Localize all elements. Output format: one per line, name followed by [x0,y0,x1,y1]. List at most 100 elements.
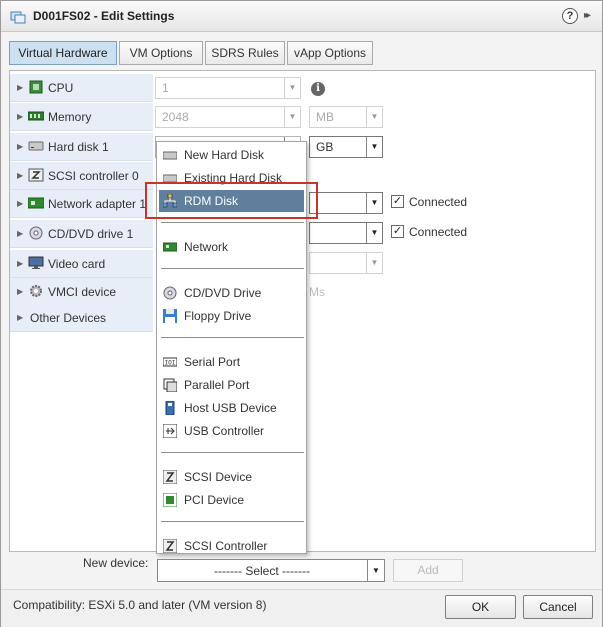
expand-arrow-icon[interactable]: ▶ [17,142,23,151]
network-adapter-label-cell[interactable]: ▶ Network adapter 1 [10,190,153,218]
network-adapter-icon [28,197,44,209]
vmci-label-cell[interactable]: ▶ VMCI device [10,278,153,306]
menu-separator [161,452,304,453]
network-connected-checkbox[interactable]: ✓ [391,195,404,208]
menu-separator [161,222,304,223]
menu-item-scsi-device[interactable]: SCSI Device [159,466,304,488]
chevron-down-icon[interactable]: ▼ [366,107,382,127]
expand-arrow-icon[interactable]: ▶ [17,83,23,92]
expand-arrow-icon[interactable]: ▶ [17,259,23,268]
scsi-controller-label-cell[interactable]: ▶ SCSI controller 0 [10,162,153,190]
menu-item-label: Parallel Port [184,378,250,392]
cd-dvd-connected-label: Connected [409,225,468,239]
chevron-down-icon[interactable]: ▼ [367,560,384,581]
expand-arrow-icon[interactable]: ▶ [17,313,23,322]
vm-icon [10,11,26,24]
chevron-down-icon[interactable]: ▼ [366,137,382,157]
monitor-icon [28,256,44,269]
menu-item-cd-dvd-drive[interactable]: CD/DVD Drive [159,282,304,304]
memory-combo[interactable]: 2048 ▼ [155,106,301,128]
cancel-button[interactable]: Cancel [523,595,593,619]
info-icon[interactable]: i [311,82,325,96]
menu-item-scsi-controller[interactable]: SCSI Controller [159,535,304,557]
compatibility-text: Compatibility: ESXi 5.0 and later (VM ve… [13,598,267,612]
tab-sdrs-rules[interactable]: SDRS Rules [205,41,285,65]
edit-settings-dialog: D001FS02 - Edit Settings ? ▸▸ Virtual Ha… [0,0,603,627]
video-card-combo[interactable]: ▼ [309,252,383,274]
other-devices-label-cell[interactable]: ▶ Other Devices [10,304,153,332]
cd-dvd-label-cell[interactable]: ▶ CD/DVD drive 1 [10,220,153,248]
vmci-partial-text: Ms [309,285,325,299]
chevron-down-icon[interactable]: ▼ [284,78,300,98]
vmci-label: VMCI device [48,285,117,299]
menu-item-label: Host USB Device [184,401,277,415]
pci-device-icon [163,493,177,507]
tab-virtual-hardware[interactable]: Virtual Hardware [9,41,117,65]
cd-dvd-label: CD/DVD drive 1 [48,227,134,241]
cd-dvd-connected-checkbox[interactable]: ✓ [391,225,404,238]
hard-disk-icon [28,141,44,151]
expand-arrow-icon[interactable]: ▶ [17,171,23,180]
memory-value: 2048 [162,110,189,124]
memory-unit-combo[interactable]: MB ▼ [309,106,383,128]
menu-item-label: USB Controller [184,424,265,438]
hard-disk-unit-combo[interactable]: GB ▼ [309,136,383,158]
scsi-controller-icon [163,539,177,553]
new-device-select[interactable]: ------- Select ------- ▼ [157,559,385,582]
menu-item-label: CD/DVD Drive [184,286,262,300]
chevron-down-icon[interactable]: ▼ [366,253,382,273]
tab-vapp-options[interactable]: vApp Options [287,41,373,65]
memory-label-cell[interactable]: ▶ Memory [10,103,153,131]
ok-button[interactable]: OK [445,595,516,619]
menu-item-parallel-port[interactable]: Parallel Port [159,374,304,396]
scsi-device-icon [163,470,177,484]
menu-separator [161,337,304,338]
usb-controller-icon [163,424,177,438]
row-cpu: ▶ CPU 1 ▼ i [10,74,595,102]
expand-arrow-icon[interactable]: ▶ [17,229,23,238]
menu-item-label: SCSI Controller [184,539,268,553]
expand-arrow-icon[interactable]: ▶ [17,112,23,121]
video-card-label-cell[interactable]: ▶ Video card [10,250,153,278]
network-combo[interactable]: ▼ [309,192,383,214]
menu-item-pci-device[interactable]: PCI Device [159,489,304,511]
network-connected-label: Connected [409,195,468,209]
expand-arrow-icon[interactable]: ▶ [17,199,23,208]
scsi-controller-icon [28,168,44,182]
menu-item-new-hard-disk[interactable]: New Hard Disk [159,144,304,166]
menu-item-label: Floppy Drive [184,309,252,323]
cpu-combo[interactable]: 1 ▼ [155,77,301,99]
window-title: D001FS02 - Edit Settings [33,9,175,23]
menu-item-label: New Hard Disk [184,148,265,162]
row-memory: ▶ Memory 2048 ▼ MB ▼ [10,103,595,131]
menu-item-network[interactable]: Network [159,236,304,258]
memory-label: Memory [48,110,92,124]
tab-vm-options[interactable]: VM Options [119,41,203,65]
new-device-select-value: ------- Select ------- [214,564,310,578]
menu-item-floppy-drive[interactable]: Floppy Drive [159,305,304,327]
chevron-down-icon[interactable]: ▼ [366,193,382,213]
cd-dvd-combo[interactable]: ▼ [309,222,383,244]
other-devices-label: Other Devices [30,311,107,325]
menu-item-usb-controller[interactable]: USB Controller [159,420,304,442]
add-button[interactable]: Add [393,559,463,582]
new-device-label: New device: [83,556,149,570]
menu-item-serial-port[interactable]: IOI Serial Port [159,351,304,373]
expand-arrow-icon[interactable]: ▶ [17,287,23,296]
hard-disk-label: Hard disk 1 [48,140,109,154]
menu-item-host-usb-device[interactable]: Host USB Device [159,397,304,419]
label-column-filler [10,332,153,551]
help-icon[interactable]: ? [562,8,578,24]
rdm-disk-highlight [145,182,318,219]
cd-dvd-icon [29,226,43,240]
cpu-label-cell[interactable]: ▶ CPU [10,74,153,102]
svg-text:IOI: IOI [165,360,176,367]
title-bar[interactable]: D001FS02 - Edit Settings ? ▸▸ [1,1,602,32]
network-icon [163,242,177,252]
expand-icon[interactable]: ▸▸ [584,10,591,21]
chevron-down-icon[interactable]: ▼ [284,107,300,127]
chevron-down-icon[interactable]: ▼ [366,223,382,243]
cd-dvd-icon [163,286,177,300]
hard-disk-label-cell[interactable]: ▶ Hard disk 1 [10,133,153,161]
scsi-controller-label: SCSI controller 0 [48,169,139,183]
